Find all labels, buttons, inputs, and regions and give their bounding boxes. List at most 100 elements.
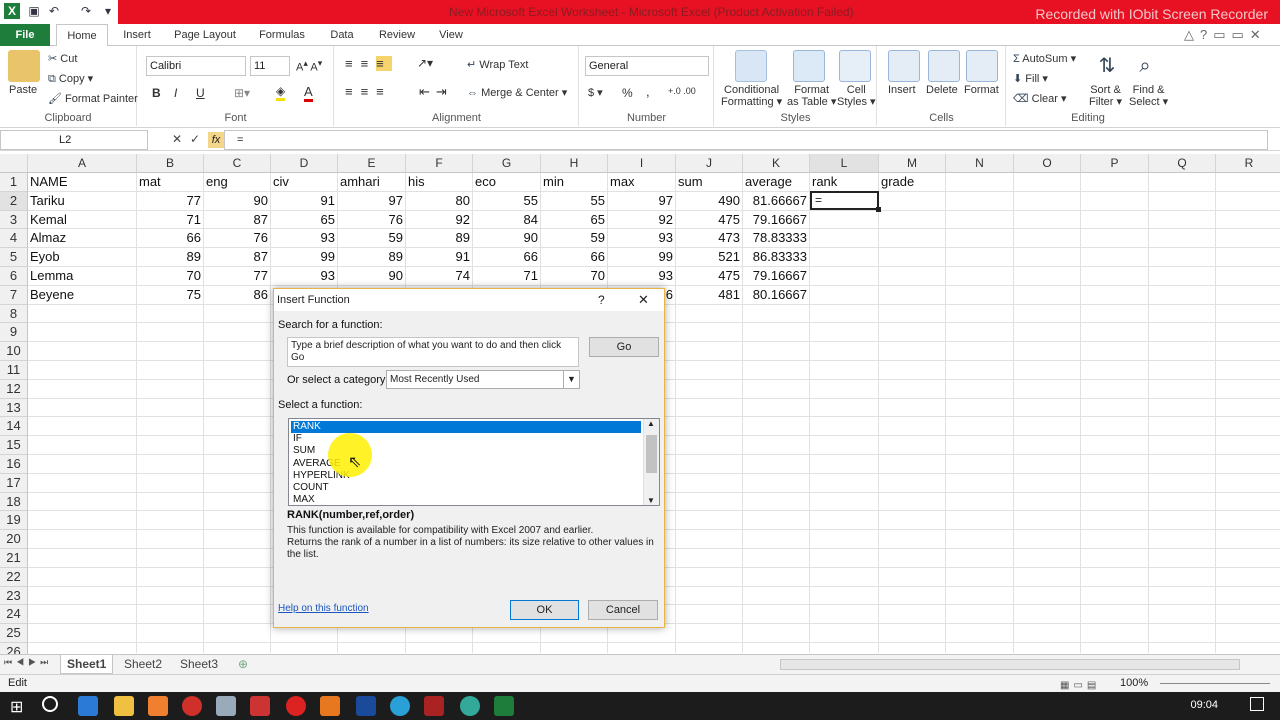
cell[interactable]: 90 (475, 229, 538, 247)
cell[interactable]: Lemma (30, 267, 134, 285)
row-header-9[interactable]: 9 (0, 323, 28, 343)
function-search-input[interactable]: Type a brief description of what you wan… (287, 337, 579, 367)
row-header-4[interactable]: 4 (0, 229, 28, 249)
row-header-10[interactable]: 10 (0, 342, 28, 361)
opera-icon[interactable] (182, 696, 202, 716)
column-header-n[interactable]: N (946, 154, 1014, 173)
cell[interactable]: 475 (678, 211, 740, 229)
cell[interactable]: grade (881, 173, 943, 191)
horizontal-align-icons[interactable]: ≡≡≡ (345, 84, 392, 99)
cell[interactable]: 92 (408, 211, 470, 229)
new-sheet-icon[interactable]: ⊕ (232, 655, 254, 674)
row-header-21[interactable]: 21 (0, 549, 28, 568)
format-cells-button[interactable]: Format (964, 84, 999, 96)
grow-font-icon[interactable]: A▴ A▾ (296, 58, 322, 74)
cell[interactable]: 75 (139, 286, 201, 304)
help-link[interactable]: Help on this function (278, 603, 369, 614)
app-icon[interactable] (216, 696, 236, 716)
cell[interactable]: his (408, 173, 470, 191)
fill-handle[interactable] (876, 207, 881, 212)
column-header-i[interactable]: I (608, 154, 676, 173)
cell[interactable]: 80.16667 (745, 286, 807, 304)
cancel-entry-icon[interactable]: ✕ (172, 132, 182, 146)
select-all-corner[interactable] (0, 154, 28, 173)
function-item-rank[interactable]: RANK (291, 421, 641, 433)
tab-review[interactable]: Review (372, 24, 422, 46)
insert-function-icon[interactable]: fx (208, 132, 224, 148)
vlc-icon[interactable] (148, 696, 168, 716)
edge-icon[interactable] (78, 696, 98, 716)
column-header-c[interactable]: C (204, 154, 271, 173)
cell[interactable]: Eyob (30, 248, 134, 266)
cell[interactable]: 71 (475, 267, 538, 285)
cell[interactable]: 79.16667 (745, 267, 807, 285)
cell[interactable]: rank (812, 173, 876, 191)
row-header-7[interactable]: 7 (0, 285, 28, 305)
comma-button[interactable]: , (646, 84, 650, 99)
row-header-26[interactable]: 26 (0, 643, 28, 654)
font-color-icon[interactable]: A (304, 84, 313, 102)
cell[interactable]: 84 (475, 211, 538, 229)
zoom-slider[interactable] (1160, 683, 1270, 684)
tab-data[interactable]: Data (320, 24, 364, 46)
underline-button[interactable]: U (196, 86, 205, 100)
undo-icon[interactable]: ↶ (46, 3, 62, 19)
column-header-h[interactable]: H (541, 154, 608, 173)
yandex-icon[interactable] (286, 696, 306, 716)
row-header-16[interactable]: 16 (0, 455, 28, 474)
cell[interactable]: 521 (678, 248, 740, 266)
indent-icons[interactable]: ⇤⇥ (419, 84, 453, 100)
cell[interactable]: Tariku (30, 192, 134, 210)
row-header-19[interactable]: 19 (0, 511, 28, 531)
cell[interactable]: 481 (678, 286, 740, 304)
cell[interactable]: 475 (678, 267, 740, 285)
cell[interactable]: 86 (206, 286, 268, 304)
telegram-icon[interactable] (390, 696, 410, 716)
ok-button[interactable]: OK (510, 600, 579, 620)
scroll-up-icon[interactable]: ▲ (647, 419, 655, 428)
close-icon[interactable]: ✕ (638, 289, 649, 311)
search-icon[interactable] (42, 696, 58, 712)
cell[interactable]: 77 (139, 192, 201, 210)
column-header-l[interactable]: L (810, 154, 879, 173)
help-icon[interactable]: ? (598, 289, 605, 311)
column-header-b[interactable]: B (137, 154, 204, 173)
cell[interactable]: 90 (206, 192, 268, 210)
pdf-icon[interactable] (424, 696, 444, 716)
orientation-icon[interactable]: ↗▾ (417, 56, 433, 70)
go-button[interactable]: Go (589, 337, 659, 357)
paste-icon[interactable] (8, 50, 40, 82)
conditional-formatting-button[interactable]: Conditional Formatting ▾ (721, 84, 782, 108)
font-size-select[interactable]: 11 (250, 56, 290, 76)
cell[interactable]: 91 (273, 192, 335, 210)
cell[interactable]: 70 (543, 267, 605, 285)
tab-insert[interactable]: Insert (112, 24, 162, 46)
row-header-11[interactable]: 11 (0, 361, 28, 380)
cell[interactable]: 81.66667 (745, 192, 807, 210)
row-header-18[interactable]: 18 (0, 492, 28, 512)
cell[interactable]: 77 (206, 267, 268, 285)
number-format-select[interactable]: General (585, 56, 709, 76)
name-box[interactable]: L2 (0, 130, 148, 150)
row-header-25[interactable]: 25 (0, 624, 28, 643)
merge-center-button[interactable]: ⇔ Merge & Center ▾ (467, 86, 567, 99)
recorder-icon[interactable] (250, 696, 270, 716)
row-header-14[interactable]: 14 (0, 417, 28, 437)
cell[interactable]: 79.16667 (745, 211, 807, 229)
confirm-entry-icon[interactable]: ✓ (190, 132, 200, 146)
autosum-button[interactable]: Σ AutoSum ▾ (1013, 52, 1076, 65)
tab-home[interactable]: Home (56, 24, 108, 47)
cell[interactable]: 78.83333 (745, 229, 807, 247)
percent-button[interactable]: % (622, 86, 633, 100)
tab-file[interactable]: File (0, 24, 50, 46)
cell[interactable]: 92 (610, 211, 673, 229)
cell[interactable]: 93 (610, 267, 673, 285)
cell[interactable]: Beyene (30, 286, 134, 304)
cell[interactable]: 74 (408, 267, 470, 285)
scrollbar-thumb[interactable] (646, 435, 657, 473)
category-select[interactable]: Most Recently Used ▼ (386, 370, 580, 389)
cell[interactable]: 99 (273, 248, 335, 266)
cell[interactable]: 89 (408, 229, 470, 247)
cell[interactable]: 97 (610, 192, 673, 210)
tab-page-layout[interactable]: Page Layout (168, 24, 242, 46)
